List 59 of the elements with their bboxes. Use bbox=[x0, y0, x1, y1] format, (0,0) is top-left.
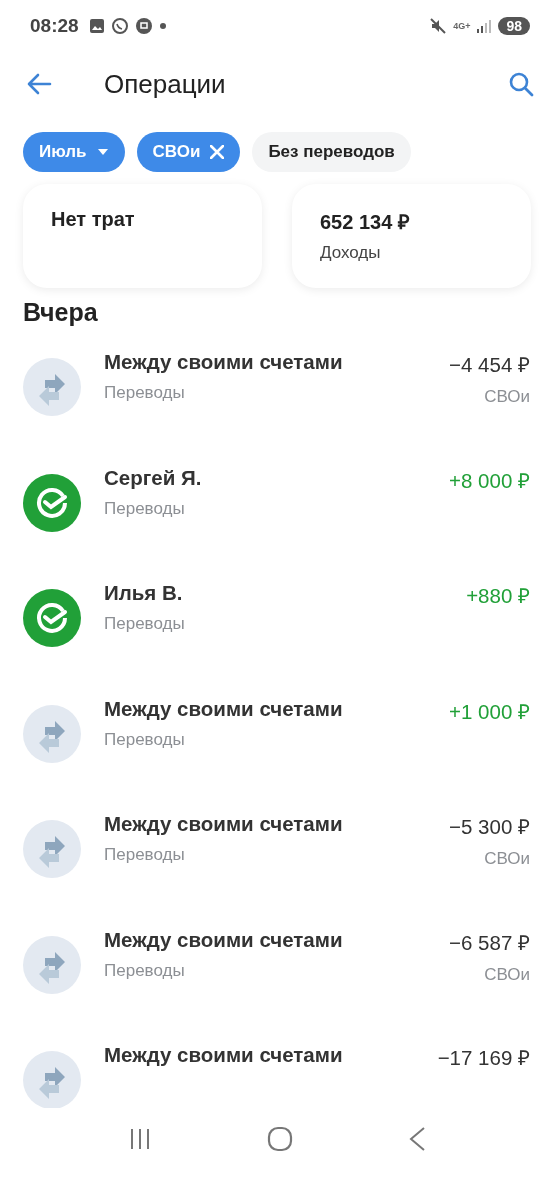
back-button[interactable] bbox=[26, 73, 52, 95]
filter-chip[interactable]: Июль bbox=[23, 132, 125, 172]
back-chevron-icon bbox=[408, 1126, 427, 1152]
section-heading: Вчера bbox=[22, 297, 99, 328]
network-label: 4G+ bbox=[453, 21, 471, 31]
transfer-arrows-icon bbox=[23, 358, 81, 416]
account-name: СВОи bbox=[483, 387, 530, 407]
clock-time: 08:28 bbox=[30, 15, 79, 37]
operation-title: Илья В. bbox=[104, 581, 184, 605]
mute-icon bbox=[429, 17, 448, 35]
home-button[interactable] bbox=[267, 1126, 293, 1152]
home-icon bbox=[267, 1126, 293, 1152]
operation-category: Переводы bbox=[104, 383, 186, 403]
operation-amount: +8 000 ₽ bbox=[449, 467, 530, 494]
operation-category: Переводы bbox=[104, 845, 186, 865]
battery-indicator: 98 bbox=[498, 17, 530, 35]
operation-amount: +1 000 ₽ bbox=[449, 698, 530, 725]
summary-value: 652 134 ₽ bbox=[320, 210, 411, 235]
operation-amount: −6 587 ₽ bbox=[449, 929, 530, 956]
back-arrow-icon bbox=[26, 73, 52, 95]
account-name: СВОи bbox=[483, 964, 530, 985]
operation-amount: −17 169 ₽ bbox=[437, 1045, 530, 1071]
gallery-icon bbox=[88, 18, 105, 34]
operation-title: Сергей Я. bbox=[104, 465, 203, 490]
page-title: Операции bbox=[104, 68, 226, 100]
summary-value: Нет трат bbox=[51, 208, 136, 231]
transfer-arrows-icon bbox=[23, 935, 81, 994]
operation-title: Между своими счетами bbox=[104, 927, 344, 952]
transfer-arrows-icon bbox=[23, 820, 81, 878]
filter-chip[interactable]: Без переводов bbox=[252, 132, 411, 172]
checkmark-logo-icon bbox=[23, 473, 81, 532]
transfer-arrows-icon bbox=[23, 704, 81, 763]
operation-amount: +880 ₽ bbox=[466, 583, 530, 609]
search-icon bbox=[508, 71, 534, 97]
operation-category: Переводы bbox=[104, 960, 186, 981]
operation-title: Между своими счетами bbox=[104, 350, 344, 374]
filter-chip[interactable]: СВОи bbox=[136, 132, 241, 172]
dropdown-caret-icon bbox=[96, 148, 109, 156]
notification-dot-icon bbox=[158, 22, 167, 30]
account-name: СВОи bbox=[483, 849, 530, 869]
signal-icon bbox=[476, 18, 493, 34]
operation-category: Переводы bbox=[104, 498, 186, 519]
operation-category: Переводы bbox=[104, 729, 186, 750]
back-nav-button[interactable] bbox=[408, 1126, 427, 1152]
checkmark-logo-icon bbox=[23, 589, 81, 647]
summary-caption: Доходы bbox=[320, 243, 382, 263]
operation-category: Переводы bbox=[104, 614, 186, 634]
close-icon bbox=[210, 145, 225, 159]
operation-title: Между своими счетами bbox=[104, 812, 344, 836]
search-button[interactable] bbox=[508, 71, 534, 97]
operation-amount: −4 454 ₽ bbox=[449, 352, 530, 378]
summary-card[interactable]: 652 134 ₽ Доходы bbox=[292, 184, 531, 288]
app-badge-icon bbox=[134, 17, 153, 35]
operation-title: Между своими счетами bbox=[104, 696, 344, 721]
operation-title: Между своими счетами bbox=[104, 1043, 344, 1067]
chat-icon bbox=[110, 17, 129, 35]
operation-amount: −5 300 ₽ bbox=[449, 814, 530, 840]
transfer-arrows-icon bbox=[23, 1051, 81, 1108]
summary-card[interactable]: Нет трат bbox=[23, 184, 262, 288]
